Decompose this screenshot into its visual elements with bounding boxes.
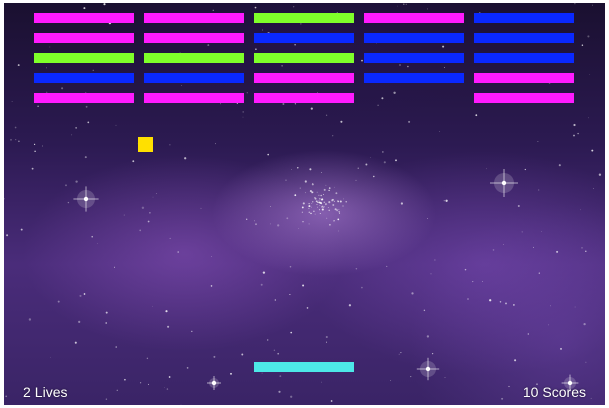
game-canvas[interactable]: 2 Lives 10 Scores xyxy=(4,3,605,405)
starfield-background xyxy=(4,3,602,405)
brick xyxy=(144,53,244,63)
score-count: 10 xyxy=(522,384,539,400)
lives-counter: 2 Lives xyxy=(23,384,67,400)
brick xyxy=(144,73,244,83)
brick xyxy=(474,53,574,63)
brick xyxy=(474,33,574,43)
brick xyxy=(144,93,244,103)
brick xyxy=(144,33,244,43)
brick xyxy=(364,33,464,43)
brick xyxy=(254,33,354,43)
brick xyxy=(474,73,574,83)
brick xyxy=(254,13,354,23)
paddle[interactable] xyxy=(254,362,354,372)
brick xyxy=(34,73,134,83)
score-label: Scores xyxy=(542,384,586,400)
brick xyxy=(34,93,134,103)
brick xyxy=(364,13,464,23)
lives-count: 2 xyxy=(23,384,31,400)
brick xyxy=(474,13,574,23)
brick xyxy=(474,93,574,103)
brick xyxy=(34,33,134,43)
brick xyxy=(34,13,134,23)
brick xyxy=(144,13,244,23)
brick xyxy=(364,73,464,83)
brick xyxy=(34,53,134,63)
brick xyxy=(254,93,354,103)
brick xyxy=(364,53,464,63)
lives-label: Lives xyxy=(34,384,68,400)
brick xyxy=(254,53,354,63)
score-counter: 10 Scores xyxy=(523,384,586,400)
ball xyxy=(138,137,153,152)
brick xyxy=(254,73,354,83)
